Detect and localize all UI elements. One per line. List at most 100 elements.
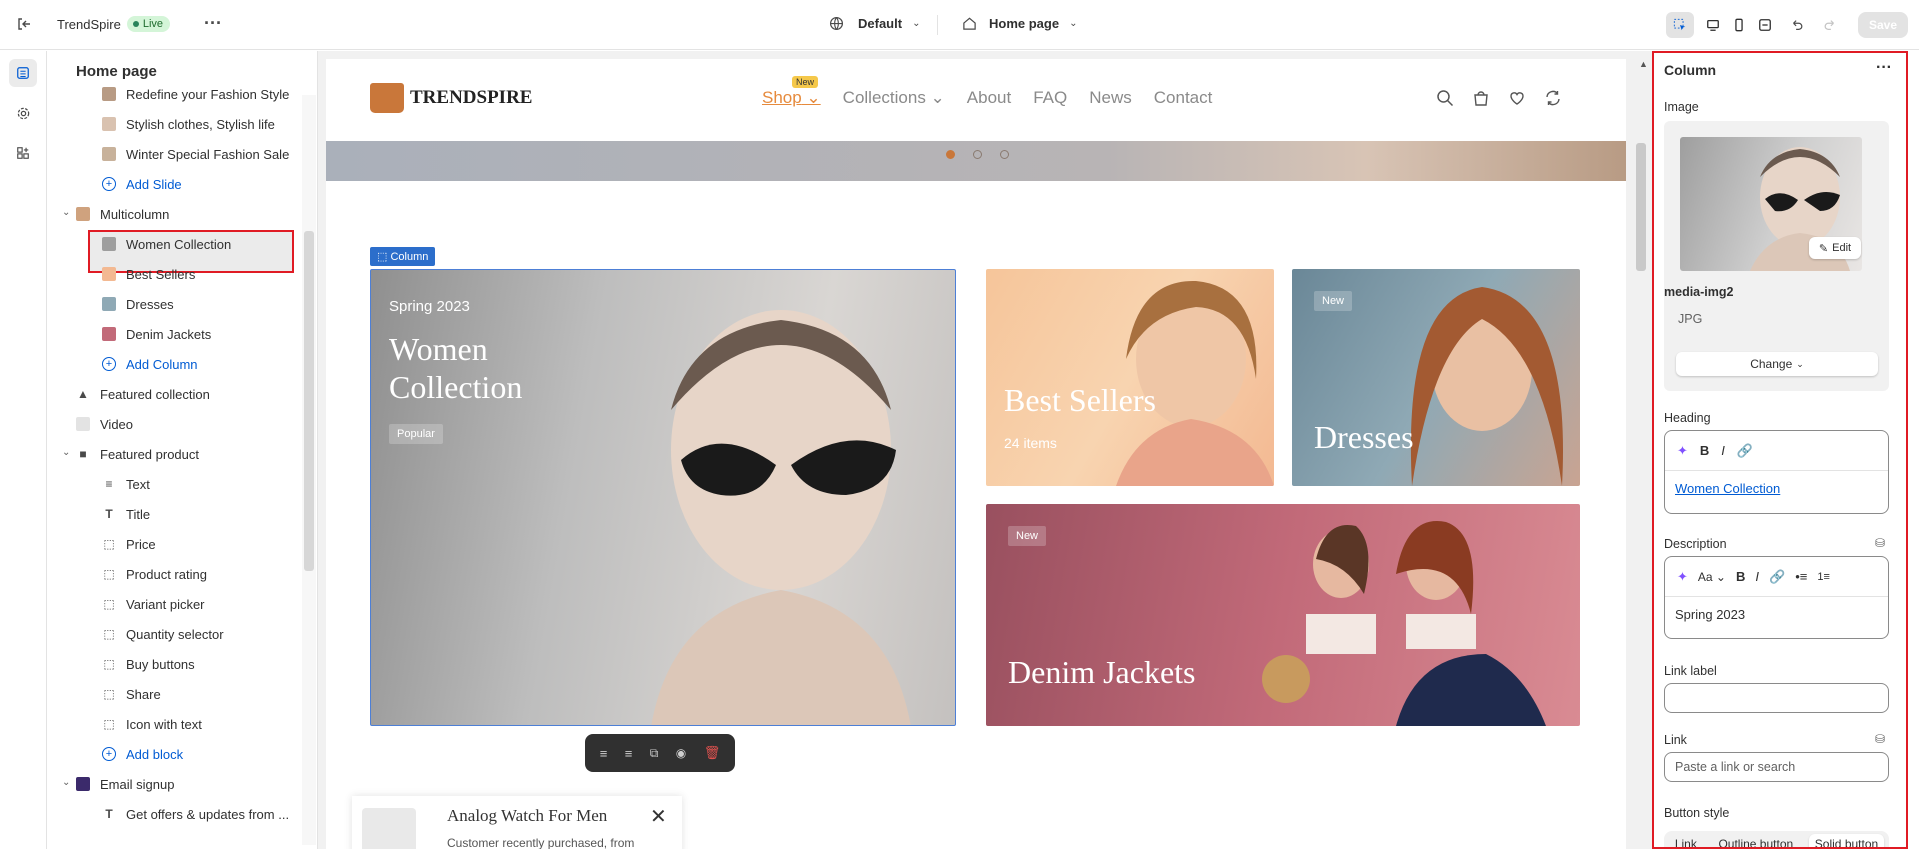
chevron-down-icon[interactable]: ⌄ [62,777,70,788]
block-share[interactable]: ⬚ Share [102,682,160,706]
scroll-up-arrow[interactable]: ▲ [1639,59,1648,69]
template-selector[interactable]: Home page ⌄ [962,16,1077,31]
store-logo[interactable]: TRENDSPIRE [370,83,532,113]
change-image-button[interactable]: Change ⌄ [1676,352,1878,376]
compare-icon[interactable] [1544,89,1562,110]
bold-button[interactable]: B [1736,569,1745,584]
theme-selector[interactable]: Default ⌄ [829,16,920,31]
sections-rail-button[interactable] [9,59,37,87]
chevron-down-icon[interactable]: ⌄ [62,207,70,218]
column-card-women-collection[interactable]: Spring 2023 Women Collection Popular [370,269,956,726]
button-style-link[interactable]: Link [1669,834,1703,847]
description-input[interactable]: Spring 2023 [1665,597,1888,632]
column-card-best-sellers[interactable]: Best Sellers 24 items [986,269,1274,486]
redo-button[interactable] [1816,12,1844,38]
block-price[interactable]: ⬚ Price [102,532,155,556]
section-multicolumn[interactable]: Multicolumn [76,202,169,226]
hide-icon[interactable]: ◉ [676,746,686,760]
block-icon-with-text[interactable]: ⬚ Icon with text [102,712,202,736]
add-slide-button[interactable]: + Add Slide [102,172,182,196]
apps-rail-button[interactable] [9,139,37,167]
menu-collections[interactable]: Collections ⌄ [843,88,945,108]
apps-icon [16,146,30,160]
link-icon[interactable]: 🔗 [1737,443,1753,459]
slide-item[interactable]: Winter Special Fashion Sale [102,142,289,166]
add-column-button[interactable]: + Add Column [102,352,198,376]
delete-icon[interactable]: 🗑 [704,745,721,761]
gear-icon [16,106,31,121]
slide-item[interactable]: Redefine your Fashion Style [102,82,289,106]
slide-dot[interactable] [973,150,982,159]
edit-image-button[interactable]: ✎ Edit [1809,237,1861,259]
link-icon[interactable]: 🔗 [1769,569,1785,585]
block-email-text[interactable]: T Get offers & updates from ... [102,802,289,826]
mobile-view-button[interactable] [1725,12,1753,38]
block-quantity-selector[interactable]: ⬚ Quantity selector [102,622,223,646]
move-down-icon[interactable]: ≡ [625,746,633,761]
block-text[interactable]: ≡ Text [102,472,149,496]
undo-button[interactable] [1783,12,1811,38]
link-label-input[interactable] [1664,683,1889,713]
font-size-dropdown[interactable]: Aa ⌄ [1698,570,1726,584]
sidebar-scrollbar-thumb[interactable] [304,231,314,571]
fullscreen-button[interactable] [1751,12,1779,38]
menu-contact[interactable]: Contact [1154,88,1213,108]
close-icon[interactable]: ✕ [650,804,667,829]
block-frame-icon: ⬚ [103,537,115,551]
heading-input[interactable]: Women Collection [1665,471,1888,506]
add-block-button[interactable]: + Add block [102,742,183,766]
button-style-outline[interactable]: Outline button [1712,834,1799,847]
block-product-rating[interactable]: ⬚ Product rating [102,562,207,586]
column-card-dresses[interactable]: New Dresses [1292,269,1580,486]
column-item-dresses[interactable]: Dresses [102,292,174,316]
move-up-icon[interactable]: ≡ [600,746,608,761]
more-actions-button[interactable]: ··· [204,13,222,34]
bold-button[interactable]: B [1700,443,1709,458]
inspector-toggle-button[interactable] [1666,12,1694,38]
dynamic-source-icon[interactable]: ⛁ [1875,536,1885,550]
dynamic-source-icon[interactable]: ⛁ [1875,732,1885,746]
column-item-women-collection[interactable]: Women Collection [102,232,231,256]
exit-button[interactable] [16,16,32,32]
slide-item[interactable]: Stylish clothes, Stylish life [102,112,275,136]
numbered-list-icon[interactable]: 1≡ [1817,571,1830,583]
slide-dot[interactable] [1000,150,1009,159]
title-icon: T [105,507,113,521]
model-figure [1116,280,1274,486]
search-icon[interactable] [1436,89,1454,110]
block-title[interactable]: T Title [102,502,150,526]
cart-icon[interactable] [1472,89,1490,110]
column-card-denim-jackets[interactable]: New Denim Jackets [986,504,1580,726]
section-video[interactable]: Video [76,412,133,436]
bullet-list-icon[interactable]: •≡ [1795,569,1807,584]
column-item-best-sellers[interactable]: Best Sellers [102,262,195,286]
duplicate-icon[interactable]: ⧉ [650,746,659,761]
theme-settings-rail-button[interactable] [9,99,37,127]
link-input[interactable]: Paste a link or search [1664,752,1889,782]
section-featured-collection[interactable]: ▲ Featured collection [76,382,210,406]
button-style-solid[interactable]: Solid button [1808,834,1885,847]
menu-faq[interactable]: FAQ [1033,88,1067,108]
ai-sparkle-icon[interactable]: ✦ [1677,569,1688,585]
menu-news[interactable]: News [1089,88,1132,108]
preview-scrollbar-thumb[interactable] [1636,143,1646,271]
denim-jackets-title: Denim Jackets [1008,654,1196,690]
chevron-down-icon[interactable]: ⌄ [62,447,70,458]
column-item-denim-jackets[interactable]: Denim Jackets [102,322,211,346]
menu-shop[interactable]: Shop ⌄ New [762,76,821,108]
ai-sparkle-icon[interactable]: ✦ [1677,443,1688,459]
block-buy-buttons[interactable]: ⬚ Buy buttons [102,652,194,676]
description-toolbar: ✦ Aa ⌄ B I 🔗 •≡ 1≡ [1665,557,1888,597]
italic-button[interactable]: I [1755,569,1759,584]
section-email-signup[interactable]: Email signup [76,772,174,796]
heart-icon[interactable] [1508,89,1526,110]
slide-dot[interactable] [946,150,955,159]
menu-about[interactable]: About [967,88,1011,108]
panel-more-icon[interactable]: ··· [1876,59,1892,77]
section-featured-product[interactable]: ■ Featured product [76,442,199,466]
italic-button[interactable]: I [1721,443,1725,458]
save-button[interactable]: Save [1858,12,1908,38]
block-variant-picker[interactable]: ⬚ Variant picker [102,592,204,616]
desktop-view-button[interactable] [1699,12,1727,38]
cursor-select-icon [1673,18,1687,32]
